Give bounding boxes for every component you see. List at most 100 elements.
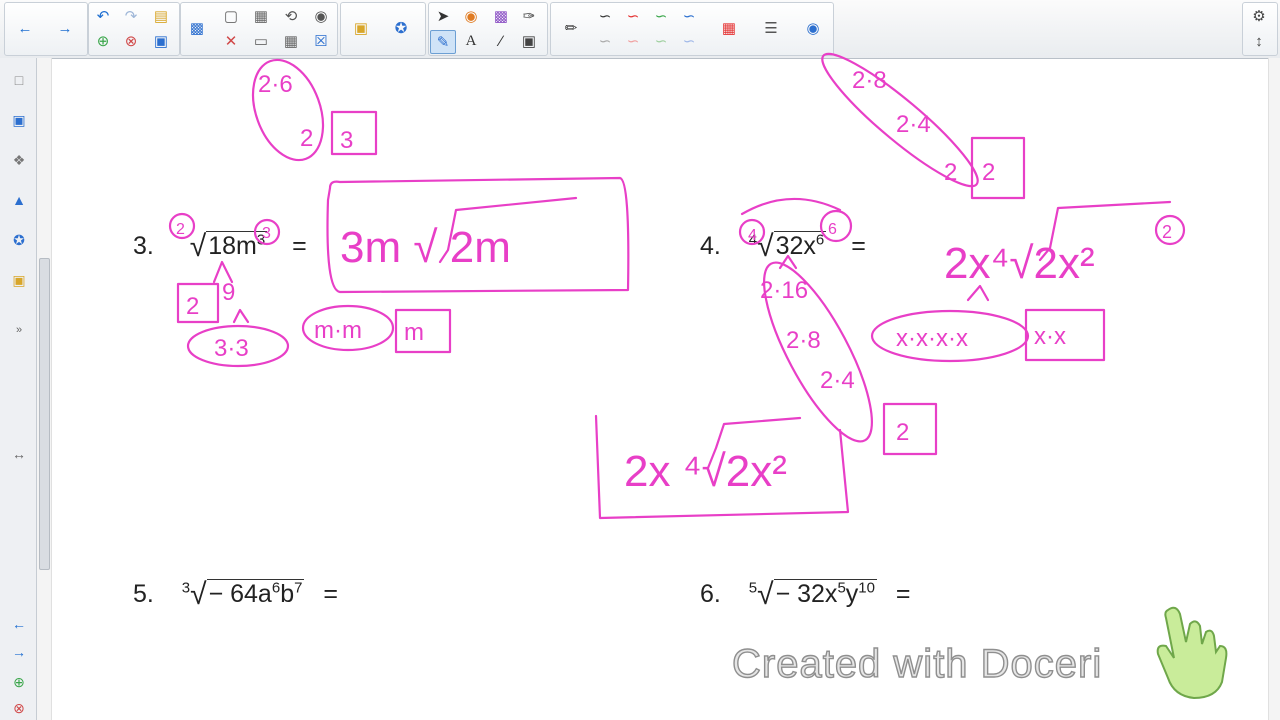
page-sorter-icon[interactable]: □: [9, 70, 29, 90]
gear-icon[interactable]: ⚙: [1247, 5, 1271, 27]
problem-3: 3. √18m3 =: [133, 228, 307, 263]
screen-shade-icon[interactable]: ▩: [185, 17, 209, 39]
display-icon[interactable]: ▭: [249, 30, 273, 52]
ink-circle-2-4: [1154, 214, 1186, 246]
ink-oval-top-right: [821, 52, 979, 188]
problem-4-index: 4: [748, 231, 758, 249]
ink-text-group: 2·6 2 3 2·8 2·4 2 2 2 3 3m √ 2m 2 9 3·3 …: [176, 67, 1172, 496]
problem-4-equals: =: [851, 232, 866, 260]
highlighter-icon[interactable]: ✏: [559, 17, 583, 39]
fill-icon[interactable]: ◉: [459, 5, 483, 27]
pen-style-black[interactable]: ∽: [593, 5, 617, 27]
problem-6-number: 6.: [700, 580, 721, 608]
doceri-hand-icon: [1150, 602, 1232, 702]
ink-p3-answer: 3m √ 2m: [340, 223, 511, 272]
delete-page-icon[interactable]: ⊗: [119, 30, 143, 52]
select-pointer-icon[interactable]: ➤: [431, 5, 455, 27]
ink-box-top-right: [970, 136, 1026, 200]
grid-icon[interactable]: ▦: [279, 30, 303, 52]
addon-icon[interactable]: ✪: [389, 17, 413, 39]
problem-3-radicand: 18m3: [206, 231, 268, 260]
lesson-activity-icon[interactable]: ▣: [9, 270, 29, 290]
ink-p4-two: 2: [1162, 222, 1172, 242]
pen-style-green-light[interactable]: ∽: [649, 30, 673, 52]
gallery-icon[interactable]: ▣: [349, 17, 373, 39]
right-scrollbar[interactable]: [1268, 58, 1280, 720]
close-icon[interactable]: ✕: [219, 30, 243, 52]
save-icon[interactable]: ▣: [149, 30, 173, 52]
navigation-group: ← →: [4, 2, 88, 56]
ink-tree-3b: [232, 308, 250, 324]
move-toolbar-icon[interactable]: ↕: [1247, 30, 1271, 52]
line-icon[interactable]: ∕: [489, 30, 513, 52]
properties-icon[interactable]: ◉: [801, 17, 825, 39]
problem-6-radicand: − 32x5y10: [773, 579, 877, 608]
redo-icon[interactable]: ↷: [119, 5, 143, 27]
vertical-scrollbar[interactable]: [37, 58, 52, 720]
problem-5-index: 3: [181, 579, 191, 597]
pen-style-blue-light[interactable]: ∽: [677, 30, 701, 52]
rotate-icon[interactable]: ⟲: [279, 5, 303, 27]
problem-6-index: 5: [748, 579, 758, 597]
table-icon[interactable]: ▦: [249, 5, 273, 27]
ink-p3-factor-c: 3·3: [214, 335, 249, 362]
problem-5-radicand: − 64a6b7: [206, 579, 305, 608]
previous-page-icon[interactable]: ←: [9, 614, 29, 634]
problem-4: 4. 4√32x6 =: [700, 228, 866, 263]
properties-tab-icon[interactable]: ▲: [9, 190, 29, 210]
capture-icon[interactable]: ▢: [219, 5, 243, 27]
ink-arc-4: [740, 197, 842, 216]
tools-group: ▩ ▢ ▦ ⟲ ◉ ✕ ▭ ▦ ☒: [180, 2, 338, 56]
delete-page-sidebar-icon[interactable]: ⊗: [9, 698, 29, 718]
shape-icon[interactable]: ▣: [517, 30, 541, 52]
ink-radical-3: [438, 196, 578, 264]
eraser-icon[interactable]: ▩: [489, 5, 513, 27]
ink-p4-answer-top: 2x⁴√2x²: [944, 239, 1095, 288]
ink-box-factor-3: [176, 282, 220, 324]
ink-oval-x: [870, 309, 1030, 363]
ink-top-left-2: 2: [300, 125, 313, 152]
back-arrow-icon[interactable]: ←: [13, 17, 37, 39]
ink-oval-m: [301, 304, 395, 352]
problem-6: 6. 5√− 32x5y10 =: [700, 576, 911, 611]
ink-top-right-3: 2: [944, 159, 957, 186]
add-page-icon[interactable]: ⊕: [91, 30, 115, 52]
problem-4-number: 4.: [700, 232, 721, 260]
line-width-icon[interactable]: ☰: [759, 17, 783, 39]
addons-tab-icon[interactable]: ✪: [9, 230, 29, 250]
pen-icon[interactable]: ✎: [430, 30, 456, 54]
recognize-icon[interactable]: ◉: [309, 5, 333, 27]
ink-tree-3: [212, 260, 234, 284]
radical-sign: √: [757, 578, 774, 611]
radical-sign: √: [757, 230, 774, 263]
next-page-icon[interactable]: →: [9, 642, 29, 662]
magic-pen-icon[interactable]: ✑: [517, 5, 541, 27]
text-icon[interactable]: A: [459, 30, 483, 52]
resize-panel-icon[interactable]: ↔: [9, 444, 29, 464]
pen-style-blue[interactable]: ∽: [677, 5, 701, 27]
ink-arrow-4: [966, 284, 990, 302]
attachments-icon[interactable]: ❖: [9, 150, 29, 170]
problem-3-equals: =: [292, 232, 307, 260]
gallery-tab-icon[interactable]: ▣: [9, 110, 29, 130]
pen-style-gray-1[interactable]: ∽: [593, 30, 617, 52]
ink-p4-x-group: x·x·x·x: [896, 325, 968, 352]
edit-group: ↶ ↷ ▤ ⊕ ⊗ ▣: [88, 2, 180, 56]
forward-arrow-icon[interactable]: →: [53, 17, 77, 39]
ink-p4-factor-4: 2: [896, 419, 909, 446]
ink-box-m: [394, 308, 452, 354]
add-page-sidebar-icon[interactable]: ⊕: [9, 672, 29, 692]
expand-panel-icon[interactable]: »: [9, 320, 29, 340]
pen-style-pink-1[interactable]: ∽: [621, 30, 645, 52]
pen-style-red[interactable]: ∽: [621, 5, 645, 27]
ink-box-4: [882, 402, 938, 456]
undo-icon[interactable]: ↶: [91, 5, 115, 27]
scrollbar-thumb[interactable]: [39, 258, 50, 570]
pen-style-green[interactable]: ∽: [649, 5, 673, 27]
ink-p3-factor-a: 2: [186, 293, 199, 320]
color-palette-icon[interactable]: ▦: [717, 17, 741, 39]
ink-answer-box-3: [326, 176, 630, 294]
open-folder-icon[interactable]: ▤: [149, 5, 173, 27]
full-screen-icon[interactable]: ☒: [309, 30, 333, 52]
toolbar: ← → ↶ ↷ ▤ ⊕ ⊗ ▣ ▩ ▢ ▦ ⟲ ◉ ✕ ▭ ▦ ☒ ▣ ✪ ➤ …: [0, 0, 1280, 59]
